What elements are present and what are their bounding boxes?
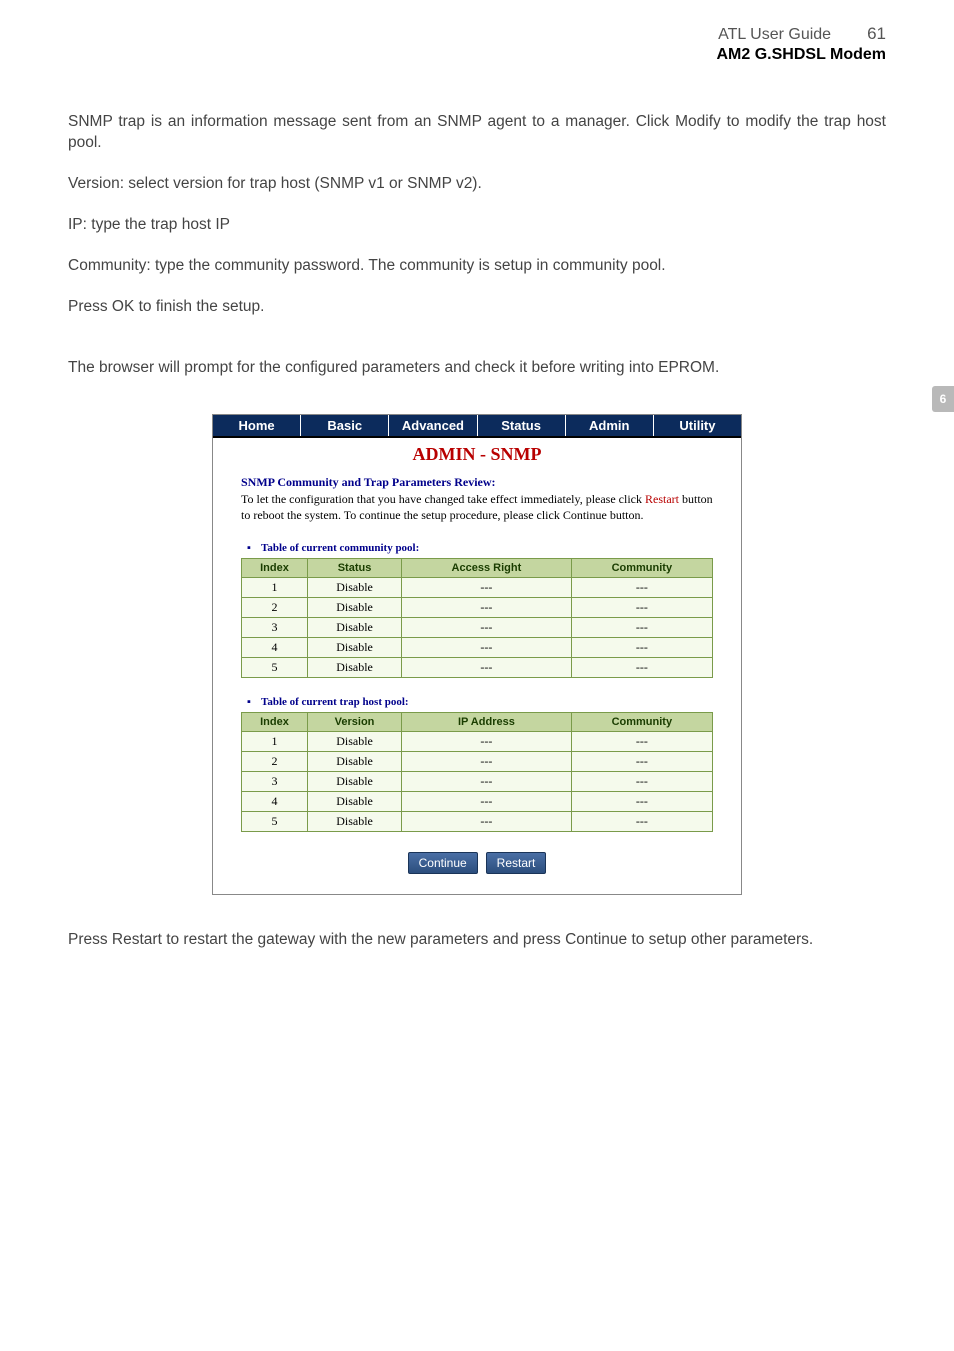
tab-utility[interactable]: Utility <box>654 415 741 436</box>
nav-tabs: Home Basic Advanced Status Admin Utility <box>213 415 741 438</box>
body-paragraph: SNMP trap is an information message sent… <box>68 112 886 154</box>
table-header: Index <box>242 558 308 577</box>
tab-admin[interactable]: Admin <box>566 415 654 436</box>
chapter-side-tab: 6 <box>932 386 954 412</box>
restart-button[interactable]: Restart <box>486 852 547 874</box>
continue-button[interactable]: Continue <box>408 852 478 874</box>
table-header: Access Right <box>402 558 572 577</box>
table-row: 4Disable------ <box>242 791 713 811</box>
tab-home[interactable]: Home <box>213 415 301 436</box>
tab-advanced[interactable]: Advanced <box>389 415 477 436</box>
table-header: Community <box>571 712 712 731</box>
trap-host-pool-table: Index Version IP Address Community 1Disa… <box>241 712 713 832</box>
table-row: 1Disable------ <box>242 577 713 597</box>
table-row: 2Disable------ <box>242 751 713 771</box>
footer-paragraph: Press Restart to restart the gateway wit… <box>68 931 886 949</box>
admin-snmp-screenshot: Home Basic Advanced Status Admin Utility… <box>212 414 742 894</box>
body-paragraph: Version: select version for trap host (S… <box>68 174 886 195</box>
body-paragraph: The browser will prompt for the configur… <box>68 358 886 379</box>
table-row: 3Disable------ <box>242 771 713 791</box>
page-number: 61 <box>867 24 886 44</box>
table-row: 2Disable------ <box>242 597 713 617</box>
header-subtitle: AM2 G.SHDSL Modem <box>68 46 886 64</box>
table-header: Version <box>307 712 401 731</box>
restart-word: Restart <box>645 492 679 506</box>
snmp-heading: SNMP Community and Trap Parameters Revie… <box>241 475 741 490</box>
table-header: Index <box>242 712 308 731</box>
body-paragraph: Press OK to finish the setup. <box>68 297 886 318</box>
screenshot-title: ADMIN - SNMP <box>213 444 741 465</box>
table-row: 3Disable------ <box>242 617 713 637</box>
table-header: IP Address <box>402 712 572 731</box>
table-header: Status <box>307 558 401 577</box>
body-paragraph: IP: type the trap host IP <box>68 215 886 236</box>
tab-basic[interactable]: Basic <box>301 415 389 436</box>
community-pool-table: Index Status Access Right Community 1Dis… <box>241 558 713 678</box>
header-title: ATL User Guide <box>718 26 831 44</box>
table-row: 5Disable------ <box>242 811 713 831</box>
table-header: Community <box>571 558 712 577</box>
table-row: 5Disable------ <box>242 657 713 677</box>
community-pool-caption: Table of current community pool: <box>261 542 741 554</box>
table-row: 1Disable------ <box>242 731 713 751</box>
trap-host-pool-caption: Table of current trap host pool: <box>261 696 741 708</box>
body-paragraph: Community: type the community password. … <box>68 256 886 277</box>
snmp-description: To let the configuration that you have c… <box>241 492 713 523</box>
tab-status[interactable]: Status <box>478 415 566 436</box>
table-row: 4Disable------ <box>242 637 713 657</box>
